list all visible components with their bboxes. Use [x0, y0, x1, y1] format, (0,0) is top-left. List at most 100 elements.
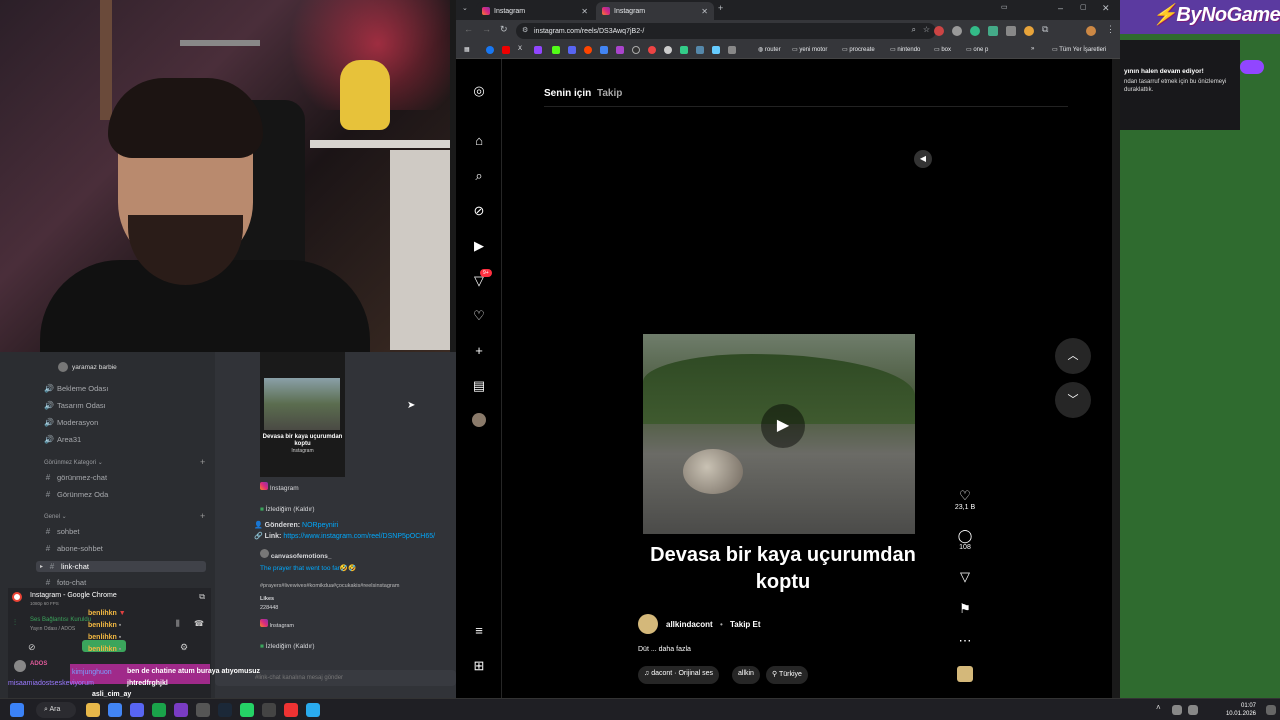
bookmark-site[interactable] — [632, 46, 640, 54]
tray-overflow-icon[interactable]: ˄ — [1156, 703, 1166, 717]
notifications-icon[interactable] — [1266, 705, 1276, 715]
profile-icon[interactable]: ▭ — [1001, 3, 1008, 11]
author-username[interactable]: allkindacont — [666, 620, 713, 629]
home-icon[interactable]: ⌂ — [471, 133, 487, 149]
reels-icon[interactable]: ▶ — [471, 238, 487, 254]
add-channel-icon[interactable]: + — [200, 511, 205, 521]
app-icon[interactable] — [174, 703, 188, 717]
popout-icon[interactable]: ⧉ — [199, 592, 205, 602]
bookmark-procreate[interactable]: ▭ procreate — [842, 46, 875, 53]
extension-icon[interactable] — [934, 26, 944, 36]
app-icon[interactable] — [284, 703, 298, 717]
reel-preview-card[interactable]: Devasa bir kaya uçurumdan koptu Instagra… — [260, 352, 345, 477]
bookmark-site[interactable] — [728, 46, 736, 54]
taskbar-clock[interactable]: 01:07 10.01.2026 — [1226, 702, 1256, 718]
also-from-meta-icon[interactable]: ⊞ — [471, 658, 487, 674]
embed-username[interactable]: canvasofemotions_ — [271, 553, 332, 560]
site-info-icon[interactable]: ⚙ — [522, 26, 528, 34]
xbox-icon[interactable] — [152, 703, 166, 717]
profile-avatar[interactable] — [472, 413, 486, 427]
bookmark-reddit[interactable] — [584, 46, 592, 54]
forward-icon[interactable]: → — [482, 24, 491, 34]
audio-chip[interactable]: ♫ dacont · Orijinal ses — [638, 666, 720, 684]
file-explorer-icon[interactable] — [86, 703, 100, 717]
extension-icon[interactable] — [1006, 26, 1016, 36]
channel-hidden-room[interactable]: # Görünmez Oda — [44, 490, 109, 499]
extension-icon[interactable] — [970, 26, 980, 36]
bookmark-site[interactable] — [648, 46, 656, 54]
dashboard-icon[interactable]: ▤ — [471, 378, 487, 394]
category-general[interactable]: Genel ⌄ — [44, 513, 67, 520]
apps-icon[interactable]: ▦ — [464, 46, 470, 53]
bookmark-site[interactable] — [664, 46, 672, 54]
previous-reel-button[interactable]: ︿ — [1055, 338, 1091, 374]
bookmark-site[interactable] — [616, 46, 624, 54]
bookmark-site[interactable] — [712, 46, 720, 54]
reel-video[interactable]: ▶ — [643, 334, 915, 534]
address-bar[interactable]: ⚙ instagram.com/reels/DS3Awq7jB2-/ ⌕ ☆ — [516, 23, 936, 39]
follow-button[interactable]: Takip Et — [730, 620, 761, 629]
notifications-heart-icon[interactable]: ♡ — [471, 308, 487, 324]
volume-icon[interactable] — [1188, 705, 1198, 715]
extension-icon[interactable] — [1024, 26, 1034, 36]
disconnect-icon[interactable]: ☎ — [194, 619, 204, 628]
sender-name[interactable]: NORpeyniri — [302, 522, 338, 529]
bookmark-facebook[interactable] — [486, 46, 494, 54]
discord-icon[interactable] — [130, 703, 144, 717]
whatsapp-icon[interactable] — [240, 703, 254, 717]
channel-link-chat[interactable]: ▸ # link-chat — [36, 561, 206, 572]
category-hidden[interactable]: Görünmez Kategori ⌄ — [44, 459, 103, 466]
instagram-logo-icon[interactable]: ◎ — [471, 83, 487, 99]
bookmark-yeni-motor[interactable]: ▭ yeni motor — [792, 46, 827, 53]
steam-icon[interactable] — [218, 703, 232, 717]
search-icon[interactable]: ⌕ — [471, 168, 487, 184]
channel-bekleme[interactable]: 🔊 Bekleme Odası — [44, 384, 108, 393]
close-window-icon[interactable]: ✕ — [1102, 3, 1110, 14]
close-tab-icon[interactable]: ✕ — [581, 7, 588, 16]
bookmark-site[interactable] — [680, 46, 688, 54]
tab-following[interactable]: Takip — [597, 88, 622, 99]
bookmark-twitch[interactable] — [534, 46, 542, 54]
channel-tasarim[interactable]: 🔊 Tasarım Odası — [44, 401, 106, 410]
next-reel-button[interactable]: ﹀ — [1055, 382, 1091, 418]
reel-player[interactable]: ◀ ▶ Devasa bir kaya uçurumdan koptu allk… — [628, 142, 938, 694]
new-tab-icon[interactable]: + — [718, 3, 723, 13]
start-icon[interactable] — [10, 703, 24, 717]
bookmarks-overflow-icon[interactable]: » — [1031, 46, 1034, 52]
bookmark-kick[interactable] — [552, 46, 560, 54]
voice-user[interactable]: yaramaz barbie — [58, 362, 117, 372]
channel-sohbet[interactable]: # sohbet — [44, 527, 80, 536]
channel-moderasyon[interactable]: 🔊 Moderasyon — [44, 418, 98, 427]
add-channel-icon[interactable]: + — [200, 457, 205, 467]
bookmark-x[interactable]: X — [518, 46, 522, 52]
star-icon[interactable]: ☆ — [923, 25, 930, 34]
chrome-icon[interactable] — [108, 703, 122, 717]
volume-icon[interactable]: ◀ — [914, 150, 932, 168]
bookmark-router[interactable]: ◍ router — [758, 46, 781, 53]
reload-icon[interactable]: ↻ — [500, 24, 508, 35]
tab-instagram-1[interactable]: Instagram ✕ — [476, 2, 594, 20]
tab-instagram-2[interactable]: Instagram ✕ — [596, 2, 714, 20]
app-icon[interactable] — [262, 703, 276, 717]
channel-hidden-chat[interactable]: # görünmez-chat — [44, 473, 107, 482]
extension-icon[interactable] — [952, 26, 962, 36]
bookmark-all[interactable]: ▭ Tüm Yer İşaretleri — [1052, 46, 1106, 53]
save-button[interactable]: ⚑ — [950, 601, 980, 617]
menu-icon[interactable]: ≡ — [471, 623, 487, 639]
maximize-icon[interactable]: ▢ — [1080, 3, 1087, 11]
taskbar-search[interactable]: ⌕ Ara — [36, 702, 76, 718]
share-button[interactable]: ▽ — [950, 569, 980, 585]
bookmark-box[interactable]: ▭ box — [934, 46, 951, 53]
camera-off-icon[interactable]: ⊘ — [28, 642, 36, 653]
location-chip[interactable]: ⚲ Türkiye — [766, 666, 808, 684]
bookmark-site[interactable] — [696, 46, 704, 54]
telegram-icon[interactable] — [306, 703, 320, 717]
zoom-icon[interactable]: ⌕ — [912, 25, 916, 35]
more-options-button[interactable]: ⋯ — [950, 633, 980, 649]
minimize-icon[interactable]: – — [1058, 3, 1063, 13]
extension-icon[interactable] — [988, 26, 998, 36]
like-button[interactable]: ♡ 23,1 B — [950, 488, 980, 511]
link-url[interactable]: https://www.instagram.com/reel/DSNP5pOCH… — [283, 533, 435, 540]
author-avatar[interactable] — [638, 614, 658, 634]
noise-suppression-icon[interactable]: ⫼ — [176, 619, 180, 629]
